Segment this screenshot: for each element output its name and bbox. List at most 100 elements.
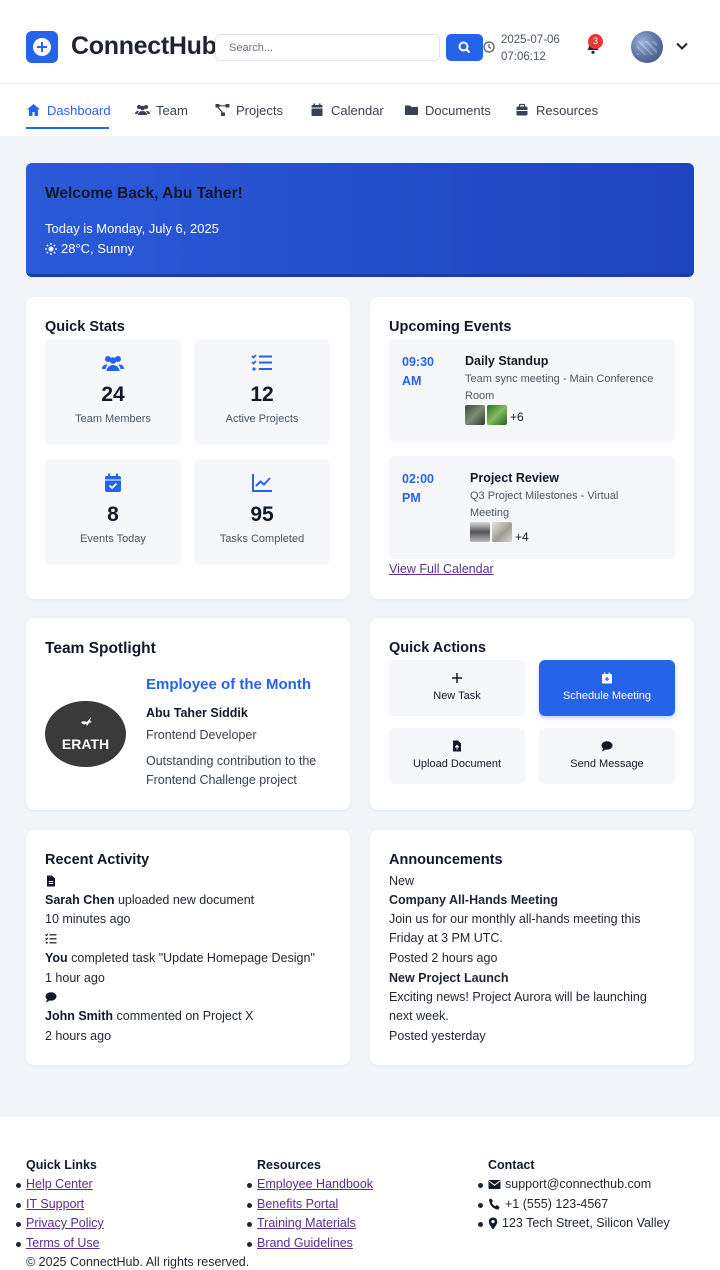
calendar-plus-icon: [602, 672, 612, 684]
welcome-title: Welcome Back, Abu Taher!: [45, 185, 243, 202]
nav-calendar[interactable]: Calendar: [310, 101, 384, 119]
stat-label: Tasks Completed: [219, 533, 305, 545]
main-nav: Dashboard Team Projects Calendar Documen…: [0, 83, 720, 136]
event-time-value: 02:00: [402, 472, 434, 486]
event-title: Daily Standup: [465, 354, 549, 368]
sun-icon: [45, 242, 57, 255]
tasks-icon: [45, 933, 57, 944]
card-title: Team Spotlight: [45, 640, 156, 657]
event-item[interactable]: 09:30 AM Daily Standup Team sync meeting…: [389, 339, 675, 442]
chevron-down-icon[interactable]: [675, 41, 689, 51]
event-title: Project Review: [470, 471, 559, 485]
announcement-posted: Posted yesterday: [389, 1029, 486, 1043]
announcement-body-line: Friday at 3 PM UTC.: [389, 931, 503, 945]
logo-text: ERATH: [61, 736, 110, 752]
home-icon: [27, 104, 40, 116]
welcome-banner: Welcome Back, Abu Taher! Today is Monday…: [26, 163, 694, 277]
stat-value: 95: [250, 503, 274, 526]
event-desc-line: Q3 Project Milestones - Virtual: [470, 490, 619, 502]
activity-user[interactable]: John Smith: [45, 1009, 113, 1023]
upload-document-button[interactable]: Upload Document: [389, 728, 525, 784]
calendar-icon: [311, 103, 323, 116]
copyright: © 2025 ConnectHub. All rights reserved.: [26, 1255, 250, 1269]
employee-desc: Outstanding contribution to the Frontend…: [146, 752, 336, 790]
announcements-card: Announcements New Company All-Hands Meet…: [370, 830, 694, 1065]
quick-actions-card: Quick Actions New Task Schedule Meeting …: [370, 618, 694, 810]
team-spotlight-card: Team Spotlight ERATH Employee of the Mon…: [26, 618, 350, 810]
search-button[interactable]: [446, 34, 483, 61]
contact-address: 123 Tech Street, Silicon Valley: [488, 1214, 670, 1234]
nav-resources[interactable]: Resources: [515, 101, 598, 119]
event-desc: Q3 Project Milestones - Virtual Meeting: [470, 488, 670, 522]
footer-link-it-support[interactable]: IT Support: [26, 1197, 84, 1211]
users-icon: [135, 105, 150, 115]
employee-desc-line: Outstanding contribution to the: [146, 754, 317, 768]
event-time-period: AM: [402, 374, 422, 388]
attendee-avatar: [470, 522, 490, 542]
schedule-meeting-button[interactable]: Schedule Meeting: [539, 660, 675, 716]
event-desc: Team sync meeting - Main Conference Room: [465, 371, 670, 405]
stat-value: 12: [250, 383, 274, 406]
nav-team[interactable]: Team: [135, 101, 188, 119]
welcome-date: Today is Monday, July 6, 2025: [45, 221, 219, 236]
announcement-title[interactable]: New Project Launch: [389, 969, 679, 988]
footer-link-training-materials[interactable]: Training Materials: [257, 1216, 356, 1230]
notification-badge: 3: [588, 34, 603, 49]
current-time: 07:06:12: [501, 51, 546, 63]
contact-phone[interactable]: +1 (555) 123-4567: [488, 1195, 670, 1215]
chart-line-icon: [252, 474, 272, 492]
card-title: Quick Actions: [389, 640, 486, 656]
activity-user[interactable]: You: [45, 951, 68, 965]
nav-projects[interactable]: Projects: [215, 101, 283, 119]
event-time: 02:00 PM: [402, 470, 450, 508]
brand-name[interactable]: ConnectHub: [71, 32, 217, 61]
search-input[interactable]: [215, 34, 440, 61]
footer-link-brand-guidelines[interactable]: Brand Guidelines: [257, 1236, 353, 1250]
attendee-more: +6: [510, 410, 524, 424]
announcement-body-line: Join us for our monthly all-hands meetin…: [389, 912, 641, 926]
activity-user[interactable]: Sarah Chen: [45, 893, 114, 907]
nav-label: Documents: [425, 102, 491, 118]
logo-icon[interactable]: [26, 31, 58, 63]
footer-link-help-center[interactable]: Help Center: [26, 1177, 93, 1191]
activity-time: 2 hours ago: [45, 1029, 112, 1043]
footer-contact: Contact support@connecthub.com +1 (555) …: [478, 1158, 670, 1234]
file-upload-icon: [453, 740, 461, 752]
clock-icon: [483, 41, 495, 53]
card-title: Upcoming Events: [389, 319, 512, 335]
map-marker-icon: [488, 1217, 498, 1230]
contact-email[interactable]: support@connecthub.com: [488, 1175, 670, 1195]
footer-link-benefits-portal[interactable]: Benefits Portal: [257, 1197, 338, 1211]
nav-label: Projects: [236, 102, 283, 118]
stat-label: Active Projects: [225, 413, 299, 425]
footer-link-terms-of-use[interactable]: Terms of Use: [26, 1236, 100, 1250]
employee-desc-line: Frontend Challenge project: [146, 773, 297, 787]
employee-name: Abu Taher Siddik: [146, 706, 248, 720]
file-icon: [47, 875, 55, 887]
nav-documents[interactable]: Documents: [404, 101, 491, 119]
footer-link-privacy-policy[interactable]: Privacy Policy: [26, 1216, 104, 1230]
announcement-body-line: Exciting news! Project Aurora will be la…: [389, 990, 647, 1004]
weather: 28°C, Sunny: [45, 241, 134, 256]
employee-role: Frontend Developer: [146, 728, 257, 742]
stat-tasks-completed: 95 Tasks Completed: [194, 459, 330, 565]
view-calendar-link[interactable]: View Full Calendar: [389, 562, 494, 576]
search-icon: [458, 41, 470, 53]
contact-phone-text: +1 (555) 123-4567: [505, 1196, 609, 1211]
event-item[interactable]: 02:00 PM Project Review Q3 Project Miles…: [389, 456, 675, 559]
stat-team-members: 24 Team Members: [45, 339, 181, 445]
stat-events-today: 8 Events Today: [45, 459, 181, 565]
footer-link-employee-handbook[interactable]: Employee Handbook: [257, 1177, 373, 1191]
footer-title: Resources: [257, 1158, 321, 1172]
new-task-button[interactable]: New Task: [389, 660, 525, 716]
send-message-button[interactable]: Send Message: [539, 728, 675, 784]
announcement-title[interactable]: Company All-Hands Meeting: [389, 891, 679, 910]
button-label: Schedule Meeting: [562, 690, 652, 702]
nav-label: Team: [156, 102, 188, 118]
avatar[interactable]: [631, 31, 663, 63]
footer-title: Contact: [488, 1158, 535, 1172]
stat-active-projects: 12 Active Projects: [194, 339, 330, 445]
activity-action: completed task "Update Homepage Design": [67, 951, 315, 965]
nav-dashboard[interactable]: Dashboard: [26, 101, 111, 119]
bird-icon: [81, 717, 92, 726]
